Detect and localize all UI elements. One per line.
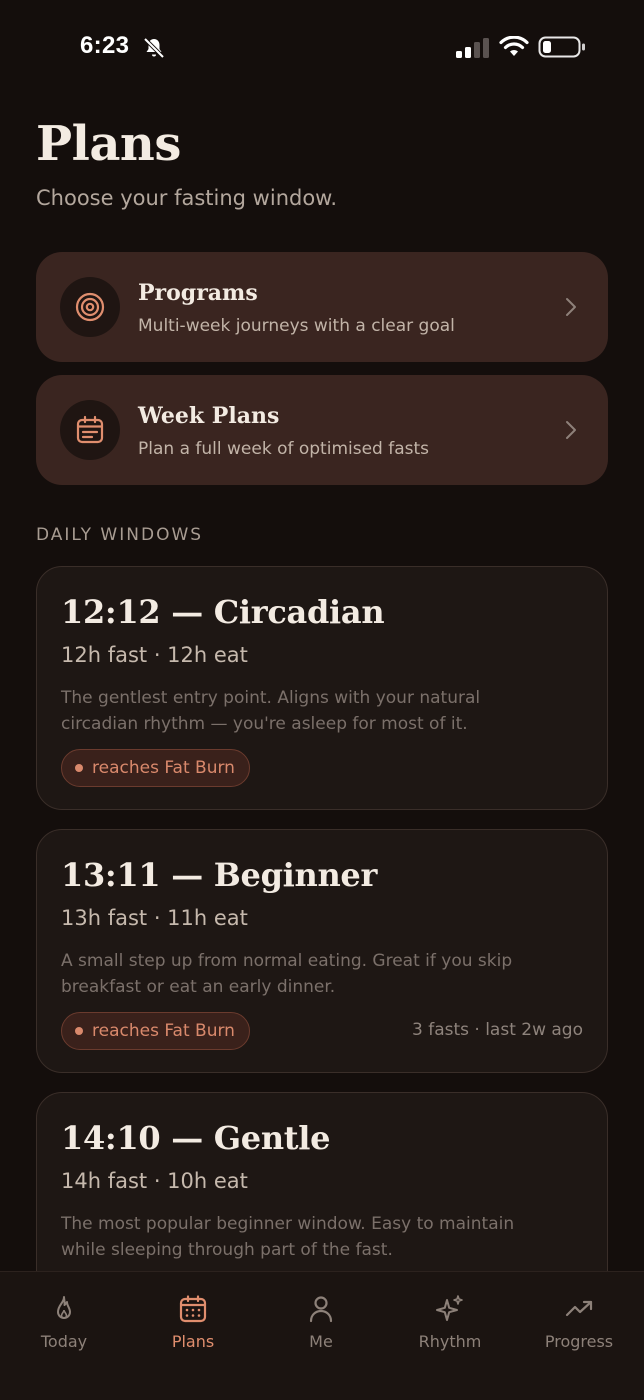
chevron-right-icon (566, 421, 576, 439)
target-icon (75, 292, 105, 322)
badge-label: reaches Fat Burn (92, 1021, 235, 1041)
calendar-icon (179, 1295, 207, 1323)
plan-subtitle: 14h fast · 10h eat (61, 1169, 248, 1193)
badge-label: reaches Fat Burn (92, 758, 235, 778)
calendar-icon (76, 415, 104, 444)
tab-today[interactable]: Today (9, 1294, 119, 1354)
plan-description: The gentlest entry point. Aligns with yo… (61, 688, 481, 734)
bell-muted-icon (143, 37, 165, 59)
flame-icon (57, 1296, 71, 1319)
programs-title: Programs (138, 280, 258, 306)
cellular-signal-icon (456, 38, 489, 58)
page-subtitle: Choose your fasting window. (36, 186, 338, 210)
battery-icon (538, 36, 585, 58)
week-plans-description: Plan a full week of optimised fasts (138, 439, 430, 459)
badge-dot-icon (75, 1027, 83, 1035)
status-bar: 6:23 (0, 0, 644, 96)
chevron-right-icon (566, 298, 576, 316)
programs-card[interactable]: Programs Multi-week journeys with a clea… (36, 252, 608, 362)
trend-up-icon (565, 1300, 593, 1317)
plan-card-beginner[interactable]: 13:11 — Beginner 13h fast · 11h eat A sm… (36, 829, 608, 1073)
tab-progress[interactable]: Progress (524, 1294, 634, 1354)
tab-plans[interactable]: Plans (138, 1294, 248, 1354)
plan-subtitle: 12h fast · 12h eat (61, 643, 248, 667)
plan-card-circadian[interactable]: 12:12 — Circadian 12h fast · 12h eat The… (36, 566, 608, 810)
plan-title: 14:10 — Gentle (61, 1119, 331, 1157)
page-title: Plans (36, 116, 181, 172)
tab-rhythm[interactable]: Rhythm (395, 1294, 505, 1354)
fat-burn-badge: reaches Fat Burn (61, 1012, 250, 1050)
tab-label: Plans (171, 1332, 215, 1351)
programs-description: Multi-week journeys with a clear goal (138, 316, 455, 336)
status-time: 6:23 (80, 32, 130, 59)
wifi-icon (499, 36, 529, 56)
week-plans-card[interactable]: Week Plans Plan a full week of optimised… (36, 375, 608, 485)
week-plans-title: Week Plans (138, 403, 280, 429)
person-icon (309, 1296, 333, 1323)
tab-bar: Today Plans Me Rhythm Progress (0, 1271, 644, 1400)
badge-dot-icon (75, 764, 83, 772)
tab-label: Rhythm (418, 1332, 482, 1351)
tab-me[interactable]: Me (266, 1294, 376, 1354)
sparkles-icon (436, 1295, 463, 1321)
tab-label: Me (309, 1332, 333, 1351)
plan-title: 13:11 — Beginner (61, 856, 378, 894)
section-label-daily-windows: DAILY WINDOWS (36, 525, 204, 545)
week-plans-icon-circle (60, 400, 120, 460)
plan-history-meta: 3 fasts · last 2w ago (411, 1020, 583, 1040)
plan-description: The most popular beginner window. Easy t… (61, 1214, 515, 1260)
tab-label: Today (40, 1332, 88, 1351)
programs-icon-circle (60, 277, 120, 337)
tab-label: Progress (544, 1332, 614, 1351)
plan-subtitle: 13h fast · 11h eat (61, 906, 248, 930)
plan-title: 12:12 — Circadian (61, 593, 385, 631)
plan-description: A small step up from normal eating. Grea… (61, 951, 513, 997)
fat-burn-badge: reaches Fat Burn (61, 749, 250, 787)
